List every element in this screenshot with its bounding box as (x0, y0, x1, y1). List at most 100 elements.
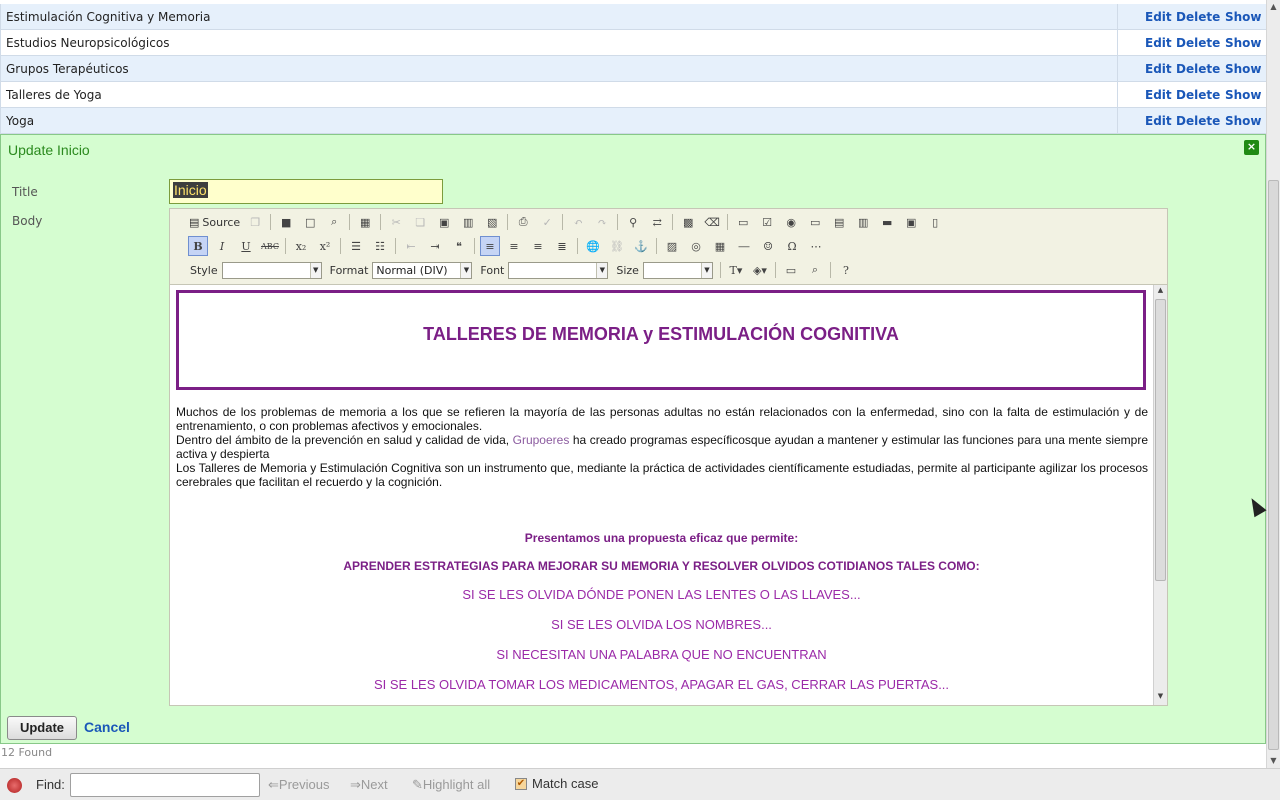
editor-content[interactable]: TALLERES DE MEMORIA y ESTIMULACIÓN COGNI… (170, 284, 1167, 705)
title-input[interactable]: Inicio (169, 179, 443, 204)
edit-link[interactable]: Edit (1145, 10, 1172, 24)
edit-link[interactable]: Edit (1145, 36, 1172, 50)
cancel-link[interactable]: Cancel (84, 719, 130, 735)
checkbox-icon[interactable]: ☑ (757, 212, 777, 232)
show-link[interactable]: Show (1225, 88, 1262, 102)
show-link[interactable]: Show (1225, 114, 1262, 128)
unlink-icon[interactable]: ⛓ (607, 236, 627, 256)
italic-icon[interactable]: I (212, 236, 232, 256)
find-icon[interactable]: ⚲ (623, 212, 643, 232)
match-case-checkbox[interactable]: ✔ Match case (515, 776, 598, 791)
delete-link[interactable]: Delete (1176, 36, 1220, 50)
print-icon[interactable]: ⎙ (513, 212, 533, 232)
chevron-down-icon: ▼ (309, 262, 321, 278)
textarea-icon[interactable]: ▤ (829, 212, 849, 232)
show-link[interactable]: Show (1225, 62, 1262, 76)
page-scrollbar[interactable]: ▲ ▼ (1266, 0, 1280, 768)
font-combo[interactable]: Font ▼ (480, 261, 609, 279)
about-icon[interactable]: ? (836, 260, 856, 280)
redo-icon[interactable]: ↷ (592, 212, 612, 232)
new-page-icon[interactable]: □ (300, 212, 320, 232)
horizontal-rule-icon[interactable]: ― (734, 236, 754, 256)
scroll-thumb[interactable] (1268, 180, 1279, 750)
form-icon[interactable]: ▭ (733, 212, 753, 232)
align-right-icon[interactable]: ≡ (528, 236, 548, 256)
bulleted-list-icon[interactable]: ☷ (370, 236, 390, 256)
scroll-up-icon[interactable]: ▲ (1154, 286, 1167, 299)
hidden-field-icon[interactable]: ▯ (925, 212, 945, 232)
delete-link[interactable]: Delete (1176, 114, 1220, 128)
cut-icon[interactable]: ✂ (386, 212, 406, 232)
outdent-icon[interactable]: ⇤ (401, 236, 421, 256)
undo-icon[interactable]: ↶ (568, 212, 588, 232)
spellcheck-icon[interactable]: ✓ (537, 212, 557, 232)
underline-icon[interactable]: U (236, 236, 256, 256)
previous-button[interactable]: ⇐Previous (268, 777, 329, 793)
delete-link[interactable]: Delete (1176, 88, 1220, 102)
edit-link[interactable]: Edit (1145, 114, 1172, 128)
replace-icon[interactable]: ⇄ (647, 212, 667, 232)
paste-word-icon[interactable]: ▧ (482, 212, 502, 232)
superscript-icon[interactable]: x² (315, 236, 335, 256)
templates-icon[interactable]: ❐ (245, 212, 265, 232)
scroll-down-icon[interactable]: ▼ (1154, 692, 1167, 705)
radio-icon[interactable]: ◉ (781, 212, 801, 232)
select-icon[interactable]: ▥ (853, 212, 873, 232)
justify-icon[interactable]: ≣ (552, 236, 572, 256)
source-button[interactable]: ▤ Source (189, 216, 240, 229)
show-link[interactable]: Show (1225, 36, 1262, 50)
templates-icon[interactable]: ▦ (355, 212, 375, 232)
size-combo[interactable]: Size ▼ (616, 261, 713, 279)
copy-icon[interactable]: ❏ (410, 212, 430, 232)
image-button-icon[interactable]: ▣ (901, 212, 921, 232)
show-link[interactable]: Show (1225, 10, 1262, 24)
numbered-list-icon[interactable]: ☰ (346, 236, 366, 256)
align-center-icon[interactable]: ≡ (504, 236, 524, 256)
strikethrough-icon[interactable]: ABC (260, 236, 280, 256)
link-icon[interactable]: 🌐 (583, 236, 603, 256)
heading: APRENDER ESTRATEGIAS PARA MEJORAR SU MEM… (343, 559, 980, 573)
preview-icon[interactable]: ⌕ (324, 212, 344, 232)
select-all-icon[interactable]: ▩ (678, 212, 698, 232)
remove-format-icon[interactable]: ⌫ (702, 212, 722, 232)
text-color-icon[interactable]: T▾ (726, 260, 746, 280)
anchor-icon[interactable]: ⚓ (631, 236, 651, 256)
flash-icon[interactable]: ◎ (686, 236, 706, 256)
image-icon[interactable]: ▨ (662, 236, 682, 256)
paste-icon[interactable]: ▣ (434, 212, 454, 232)
delete-link[interactable]: Delete (1176, 62, 1220, 76)
update-button[interactable]: Update (7, 716, 77, 740)
blockquote-icon[interactable]: ❝ (449, 236, 469, 256)
show-blocks-icon[interactable]: ⌕ (805, 260, 825, 280)
page-break-icon[interactable]: ⋯ (806, 236, 826, 256)
save-icon[interactable]: ■ (276, 212, 296, 232)
smiley-icon[interactable]: ☺ (758, 236, 778, 256)
textfield-icon[interactable]: ▭ (805, 212, 825, 232)
highlight-all-button[interactable]: ✎Highlight all (412, 777, 490, 793)
close-icon[interactable] (7, 778, 22, 793)
delete-link[interactable]: Delete (1176, 10, 1220, 24)
scroll-thumb[interactable] (1155, 299, 1166, 581)
style-combo[interactable]: Style ▼ (190, 261, 322, 279)
paste-text-icon[interactable]: ▥ (458, 212, 478, 232)
bold-icon[interactable]: B (188, 236, 208, 256)
table-icon[interactable]: ▦ (710, 236, 730, 256)
button-icon[interactable]: ▬ (877, 212, 897, 232)
find-input[interactable] (70, 773, 260, 797)
indent-icon[interactable]: ⇥ (425, 236, 445, 256)
background-color-icon[interactable]: ◈▾ (750, 260, 770, 280)
maximize-icon[interactable]: ▭ (781, 260, 801, 280)
next-button[interactable]: ⇒Next (350, 777, 388, 793)
content-scrollbar[interactable]: ▲ ▼ (1153, 285, 1167, 705)
subscript-icon[interactable]: x₂ (291, 236, 311, 256)
edit-link[interactable]: Edit (1145, 62, 1172, 76)
grupoeres-link[interactable]: Grupoeres (513, 433, 570, 447)
scroll-up-icon[interactable]: ▲ (1267, 0, 1280, 14)
table-row: Talleres de Yoga Edit Delete Show (0, 82, 1266, 108)
scroll-down-icon[interactable]: ▼ (1267, 754, 1280, 768)
format-combo[interactable]: Format Normal (DIV) ▼ (330, 261, 473, 279)
edit-link[interactable]: Edit (1145, 88, 1172, 102)
align-left-icon[interactable]: ≡ (480, 236, 500, 256)
close-icon[interactable]: × (1244, 140, 1259, 155)
special-char-icon[interactable]: Ω (782, 236, 802, 256)
